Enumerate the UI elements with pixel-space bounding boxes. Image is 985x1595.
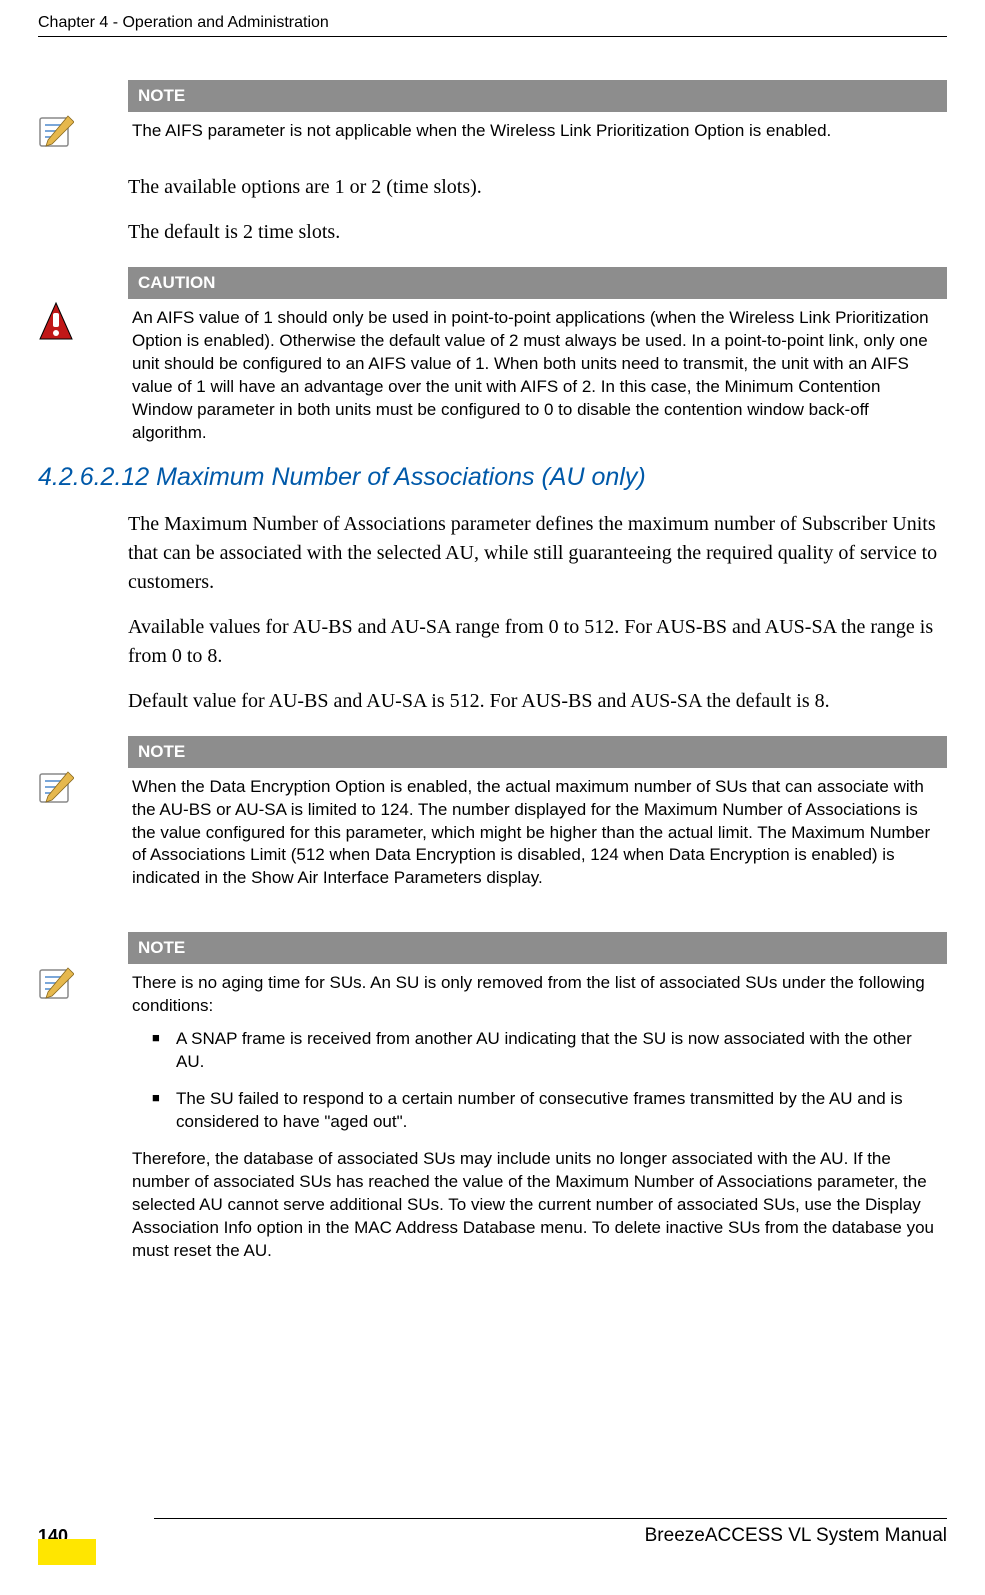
- warning-triangle-icon: [38, 301, 74, 343]
- paragraph: Default value for AU-BS and AU-SA is 512…: [128, 687, 947, 716]
- content-area: NOTE The AIFS parameter is not applicabl…: [38, 80, 947, 1281]
- footer: BreezeACCESS VL System Manual 140: [38, 1518, 947, 1547]
- paragraph: The Maximum Number of Associations param…: [128, 510, 947, 597]
- footer-color-bars: [38, 1539, 154, 1565]
- manual-title: BreezeACCESS VL System Manual: [38, 1525, 947, 1547]
- note-title: NOTE: [128, 932, 947, 964]
- list-item: The SU failed to respond to a certain nu…: [152, 1088, 943, 1134]
- note-body: NOTE When the Data Encryption Option is …: [128, 736, 947, 891]
- note-text: There is no aging time for SUs. An SU is…: [128, 964, 947, 1262]
- note-title: NOTE: [128, 736, 947, 768]
- chapter-title: Chapter 4 - Operation and Administration: [38, 14, 329, 31]
- note-body: NOTE The AIFS parameter is not applicabl…: [128, 80, 947, 155]
- white-bar: [96, 1539, 154, 1565]
- note-icon: [38, 80, 128, 155]
- note-title: NOTE: [128, 80, 947, 112]
- paragraph: Available values for AU-BS and AU-SA ran…: [128, 613, 947, 671]
- running-header: Chapter 4 - Operation and Administration: [38, 14, 947, 32]
- footer-rule: [154, 1518, 947, 1519]
- section-heading: 4.2.6.2.12 Maximum Number of Association…: [38, 463, 947, 492]
- note-icon: [38, 736, 128, 891]
- caution-text: An AIFS value of 1 should only be used i…: [128, 299, 947, 445]
- paragraph: The available options are 1 or 2 (time s…: [128, 173, 947, 202]
- note-callout: NOTE When the Data Encryption Option is …: [38, 736, 947, 891]
- note-text: The AIFS parameter is not applicable whe…: [128, 112, 947, 143]
- body-paragraphs: The available options are 1 or 2 (time s…: [128, 173, 947, 247]
- header-rule: [38, 36, 947, 37]
- note-callout: NOTE The AIFS parameter is not applicabl…: [38, 80, 947, 155]
- yellow-bar: [38, 1539, 96, 1565]
- pencil-note-icon: [38, 966, 74, 1002]
- note-callout: NOTE There is no aging time for SUs. An …: [38, 932, 947, 1262]
- section-number: 4.2.6.2.12: [38, 463, 149, 491]
- caution-callout: CAUTION An AIFS value of 1 should only b…: [38, 267, 947, 445]
- list-item: A SNAP frame is received from another AU…: [152, 1028, 943, 1074]
- body-paragraphs: The Maximum Number of Associations param…: [128, 510, 947, 716]
- note-body: NOTE There is no aging time for SUs. An …: [128, 932, 947, 1262]
- note-outro: Therefore, the database of associated SU…: [132, 1148, 943, 1263]
- caution-title: CAUTION: [128, 267, 947, 299]
- caution-body: CAUTION An AIFS value of 1 should only b…: [128, 267, 947, 445]
- pencil-note-icon: [38, 114, 74, 150]
- caution-icon: [38, 267, 128, 445]
- section-title: Maximum Number of Associations (AU only): [156, 463, 646, 491]
- note-icon: [38, 932, 128, 1262]
- paragraph: The default is 2 time slots.: [128, 218, 947, 247]
- page: Chapter 4 - Operation and Administration…: [0, 0, 985, 1595]
- note-intro: There is no aging time for SUs. An SU is…: [132, 972, 943, 1018]
- spacer: [38, 908, 947, 932]
- pencil-note-icon: [38, 770, 74, 806]
- note-text: When the Data Encryption Option is enabl…: [128, 768, 947, 891]
- note-bullet-list: A SNAP frame is received from another AU…: [132, 1028, 943, 1134]
